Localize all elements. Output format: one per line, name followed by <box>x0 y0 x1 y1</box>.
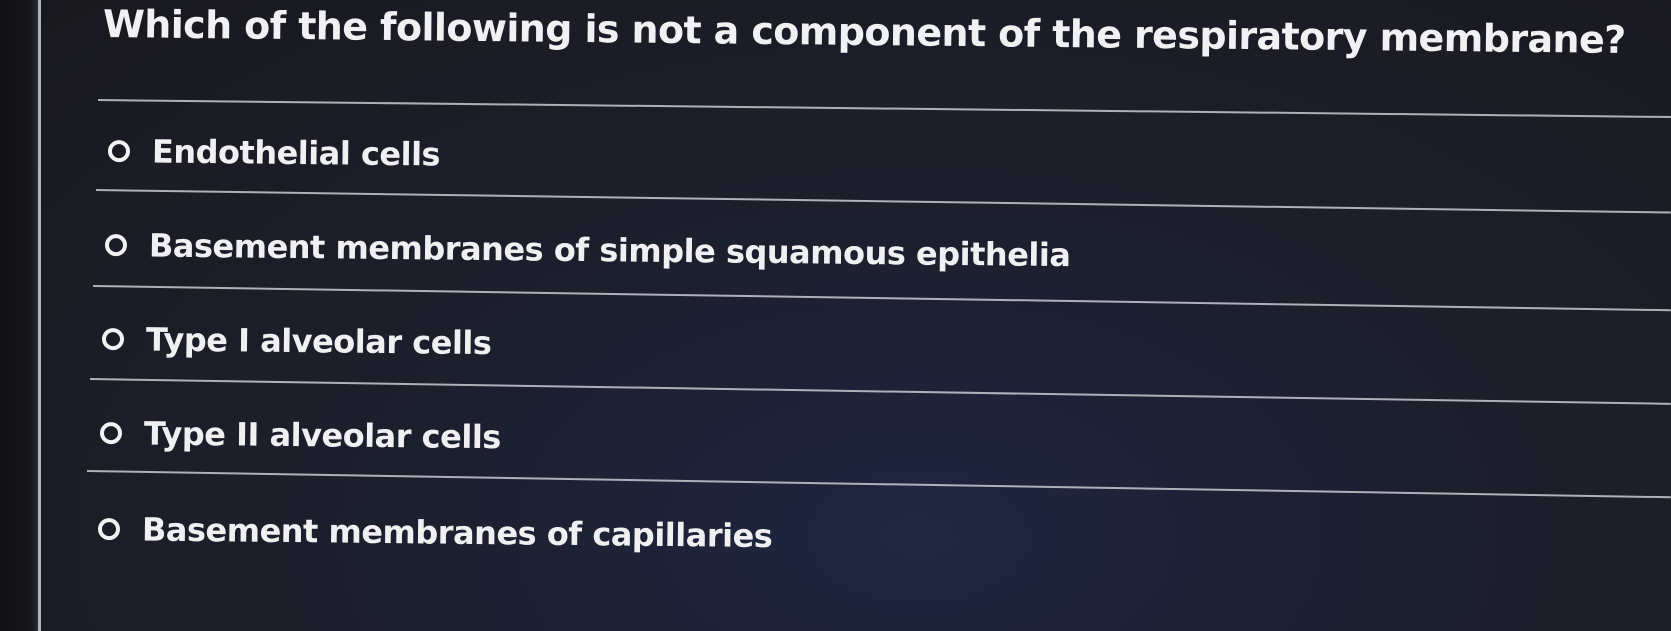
answer-option-4[interactable]: Type II alveolar cells <box>99 414 502 457</box>
radio-button[interactable] <box>107 140 131 163</box>
question-text: Which of the following is not a componen… <box>102 2 1626 62</box>
divider <box>92 285 1671 312</box>
radio-button[interactable] <box>101 328 125 351</box>
radio-button[interactable] <box>97 518 121 541</box>
answer-option-5[interactable]: Basement membranes of capillaries <box>97 510 773 556</box>
divider <box>89 378 1671 405</box>
divider <box>86 470 1671 499</box>
option-label: Endothelial cells <box>151 132 441 174</box>
panel-left-border <box>38 0 41 631</box>
radio-button[interactable] <box>104 234 128 257</box>
screen-bezel <box>0 0 38 631</box>
divider <box>95 189 1671 214</box>
option-label: Type I alveolar cells <box>145 320 492 363</box>
option-label: Type II alveolar cells <box>143 414 502 457</box>
option-label: Basement membranes of simple squamous ep… <box>148 226 1071 275</box>
answer-option-3[interactable]: Type I alveolar cells <box>101 320 492 363</box>
option-label: Basement membranes of capillaries <box>141 510 773 556</box>
answer-option-1[interactable]: Endothelial cells <box>107 132 441 174</box>
radio-button[interactable] <box>99 422 123 445</box>
divider <box>97 99 1671 119</box>
answer-option-2[interactable]: Basement membranes of simple squamous ep… <box>104 226 1071 275</box>
